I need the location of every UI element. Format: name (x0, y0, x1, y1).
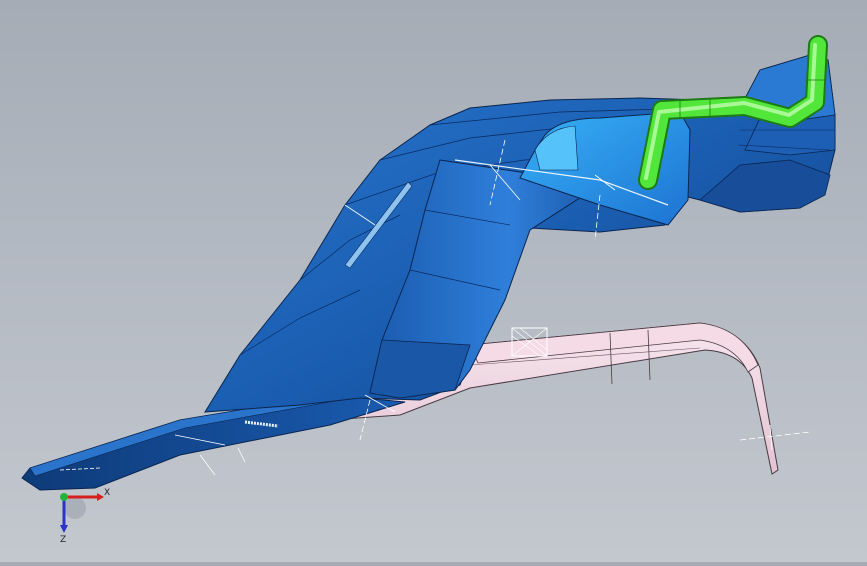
z-axis-label: Z (60, 535, 66, 545)
y-axis-origin (60, 493, 68, 501)
axis-triad: X Z (60, 488, 110, 545)
x-axis-label: X (104, 488, 110, 498)
x-axis-arrowhead (97, 493, 104, 501)
z-axis-arrowhead (60, 525, 68, 533)
cad-3d-viewport[interactable]: X Z (0, 0, 867, 562)
triad-shadow (64, 497, 86, 519)
